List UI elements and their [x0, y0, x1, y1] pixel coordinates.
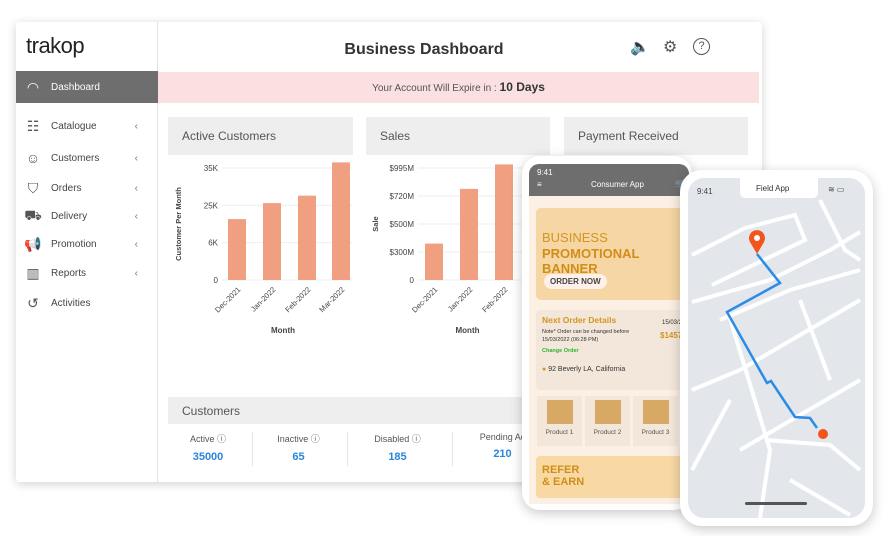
- wifi-battery-icon: ≋ ▭: [828, 185, 845, 194]
- field-app-title: Field App: [756, 184, 790, 193]
- field-app-map: [688, 178, 865, 519]
- destination-dot: [818, 429, 828, 439]
- status-time: 9:41: [697, 187, 713, 196]
- home-indicator: [745, 502, 807, 505]
